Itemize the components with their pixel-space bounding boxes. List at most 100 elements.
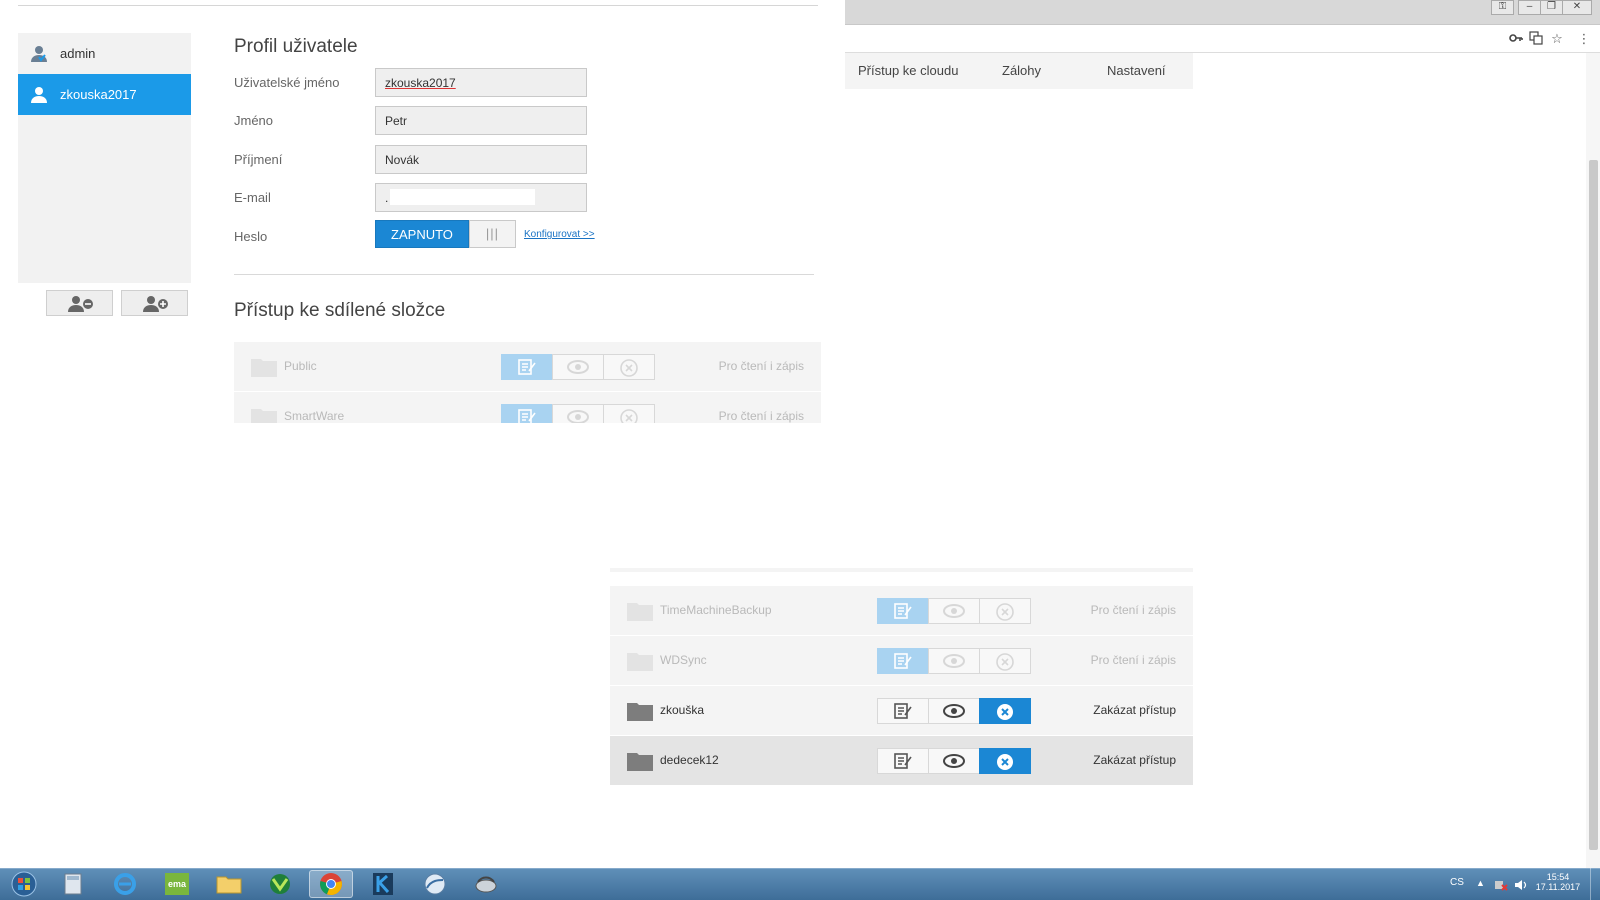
- address-bar[interactable]: [845, 25, 1600, 53]
- no-access-button[interactable]: [979, 598, 1031, 624]
- add-user-button[interactable]: [121, 290, 188, 316]
- profile-lock-icon[interactable]: ⚿: [1491, 0, 1514, 15]
- eye-icon: [567, 410, 589, 423]
- no-access-button[interactable]: [979, 698, 1031, 724]
- share-name: TimeMachineBackup: [660, 603, 772, 617]
- key-icon[interactable]: [1508, 31, 1524, 47]
- tab-cloud-access[interactable]: Přístup ke cloudu: [858, 53, 958, 89]
- internet-explorer-icon[interactable]: [103, 870, 147, 898]
- read-write-button[interactable]: [877, 598, 929, 624]
- close-circle-icon: [620, 409, 638, 423]
- file-explorer-icon[interactable]: [207, 870, 251, 898]
- read-write-button[interactable]: [877, 648, 929, 674]
- remove-user-icon: [68, 296, 93, 312]
- read-only-button[interactable]: [928, 748, 980, 774]
- edit-icon: [518, 359, 536, 375]
- share-status: Pro čtení i zápis: [718, 409, 804, 423]
- language-indicator[interactable]: CS: [1450, 877, 1464, 888]
- scrollbar-thumb[interactable]: [1589, 160, 1598, 850]
- email-redaction: [390, 189, 535, 205]
- no-access-button[interactable]: [979, 748, 1031, 774]
- share-row: Public Pro čtení i zápis: [234, 342, 821, 391]
- read-only-button[interactable]: [928, 698, 980, 724]
- user-name: admin: [60, 46, 96, 61]
- tray-expand-icon[interactable]: ▲: [1476, 878, 1485, 888]
- lastname-label: Příjmení: [234, 152, 283, 167]
- close-circle-icon: [996, 653, 1014, 671]
- eye-icon: [567, 360, 589, 374]
- translate-icon[interactable]: [1528, 31, 1544, 47]
- user-name: zkouska2017: [60, 87, 137, 102]
- close-icon[interactable]: ✕: [1562, 0, 1592, 15]
- username-label: Uživatelské jméno: [234, 75, 340, 90]
- calculator-icon[interactable]: [51, 870, 95, 898]
- read-write-button[interactable]: [501, 354, 553, 380]
- username-field[interactable]: [375, 68, 587, 97]
- folder-icon: [627, 653, 653, 671]
- share-row: zkouška Zakázat přístup: [610, 686, 1193, 735]
- minimize-icon[interactable]: –: [1518, 0, 1541, 15]
- eye-icon: [943, 754, 965, 768]
- star-icon[interactable]: ☆: [1549, 31, 1565, 47]
- volume-icon[interactable]: [1514, 878, 1528, 892]
- remove-user-button[interactable]: [46, 290, 113, 316]
- tab-backups[interactable]: Zálohy: [1002, 53, 1041, 89]
- no-access-button[interactable]: [603, 404, 655, 423]
- share-row: SmartWare Pro čtení i zápis: [234, 392, 821, 423]
- password-label: Heslo: [234, 229, 268, 244]
- firstname-field[interactable]: [375, 106, 587, 135]
- folder-icon: [627, 753, 653, 771]
- share-status: Pro čtení i zápis: [718, 359, 804, 373]
- start-orb-icon[interactable]: [2, 870, 46, 898]
- share-row: dedecek12 Zakázat přístup: [610, 736, 1193, 785]
- show-desktop-button[interactable]: [1590, 868, 1600, 900]
- close-circle-icon: [997, 704, 1013, 720]
- ema-label: ema: [165, 873, 189, 895]
- password-toggle-on[interactable]: ZAPNUTO: [375, 220, 469, 248]
- ema-app-icon[interactable]: ema: [155, 870, 199, 898]
- read-write-button[interactable]: [877, 748, 929, 774]
- edit-icon: [894, 653, 912, 669]
- restore-icon[interactable]: ❐: [1540, 0, 1563, 15]
- k-app-icon[interactable]: [361, 870, 405, 898]
- read-only-button[interactable]: [928, 648, 980, 674]
- disk-app-icon[interactable]: [464, 870, 508, 898]
- no-access-button[interactable]: [979, 648, 1031, 674]
- no-access-button[interactable]: [603, 354, 655, 380]
- password-toggle-grip[interactable]: |||: [469, 220, 516, 248]
- clock[interactable]: 15:54 17.11.2017: [1528, 872, 1588, 892]
- user-item-admin[interactable]: admin: [18, 33, 191, 74]
- clock-time: 15:54: [1546, 872, 1570, 882]
- green-app-icon[interactable]: [258, 870, 302, 898]
- share-status: Pro čtení i zápis: [1090, 653, 1176, 667]
- share-row: TimeMachineBackup Pro čtení i zápis: [610, 586, 1193, 635]
- configure-link[interactable]: Konfigurovat >>: [524, 229, 595, 240]
- tab-settings[interactable]: Nastavení: [1107, 53, 1166, 89]
- edit-icon: [518, 409, 536, 423]
- lastname-field[interactable]: [375, 145, 587, 174]
- user-item-zkouska2017[interactable]: zkouska2017: [18, 74, 191, 115]
- section-divider: [234, 274, 814, 275]
- read-only-button[interactable]: [552, 354, 604, 380]
- network-tray-icon[interactable]: [1494, 878, 1508, 892]
- share-status: Pro čtení i zápis: [1090, 603, 1176, 617]
- read-write-button[interactable]: [877, 698, 929, 724]
- menu-icon[interactable]: ⋮: [1576, 31, 1592, 47]
- eye-icon: [943, 704, 965, 718]
- eye-icon: [943, 654, 965, 668]
- close-circle-icon: [997, 754, 1013, 770]
- read-write-button[interactable]: [501, 404, 553, 423]
- chrome-icon[interactable]: [309, 870, 353, 898]
- edit-icon: [894, 753, 912, 769]
- browser-titlebar: [845, 0, 1600, 25]
- share-status: Zakázat přístup: [1093, 753, 1176, 767]
- read-only-button[interactable]: [552, 404, 604, 423]
- admin-user-icon: [31, 46, 47, 62]
- network-app-icon[interactable]: [413, 870, 457, 898]
- add-user-icon: [143, 296, 168, 312]
- close-circle-icon: [620, 359, 638, 377]
- user-panel: admin zkouska2017 Profil uživatele Uživa…: [0, 0, 845, 423]
- edit-icon: [894, 603, 912, 619]
- close-circle-icon: [996, 603, 1014, 621]
- read-only-button[interactable]: [928, 598, 980, 624]
